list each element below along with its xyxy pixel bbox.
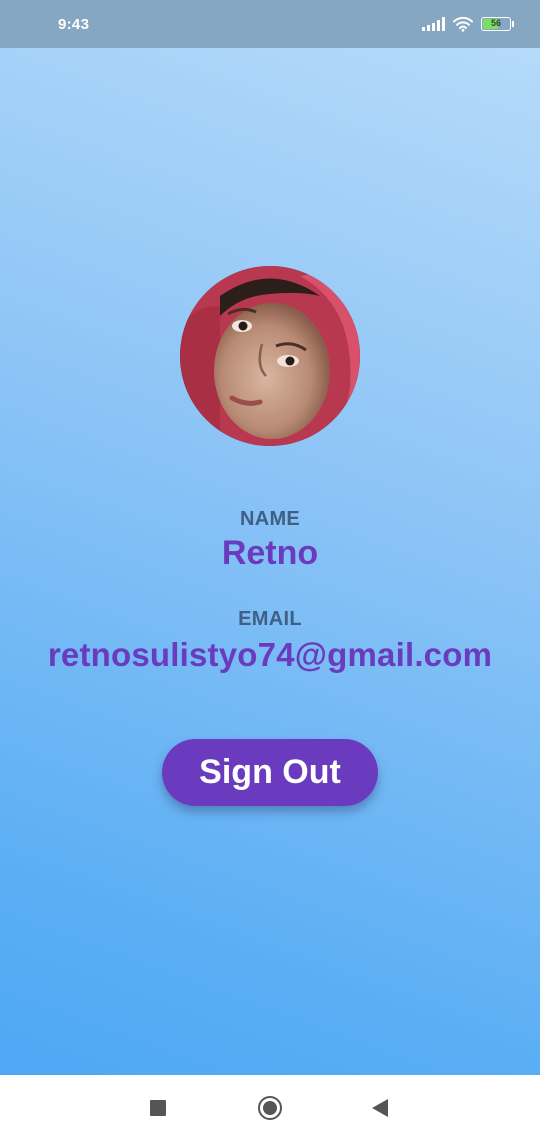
email-value: retnosulistyo74@gmail.com <box>47 636 493 673</box>
recents-button[interactable] <box>140 1075 176 1140</box>
email-label: EMAIL <box>238 608 302 630</box>
recents-icon <box>150 1099 166 1116</box>
navigation-bar <box>0 1075 540 1140</box>
battery-level: 56 <box>490 18 501 28</box>
name-label: NAME <box>239 508 301 530</box>
profile-screen: 9:43 56 NAME Retno EMAIL retnosulistyo74… <box>0 0 540 1140</box>
sign-out-button[interactable]: Sign Out <box>162 739 378 806</box>
home-icon <box>258 1095 282 1120</box>
status-time: 9:43 <box>58 15 90 33</box>
signal-icon <box>422 17 445 31</box>
status-icons: 56 <box>422 16 514 32</box>
name-value: Retno <box>221 534 319 572</box>
back-button[interactable] <box>362 1075 398 1140</box>
wifi-icon <box>453 16 473 32</box>
battery-icon: 56 <box>481 17 511 31</box>
status-bar: 9:43 56 <box>0 0 540 48</box>
home-button[interactable] <box>252 1075 288 1140</box>
back-icon <box>372 1098 388 1117</box>
avatar <box>180 266 360 446</box>
